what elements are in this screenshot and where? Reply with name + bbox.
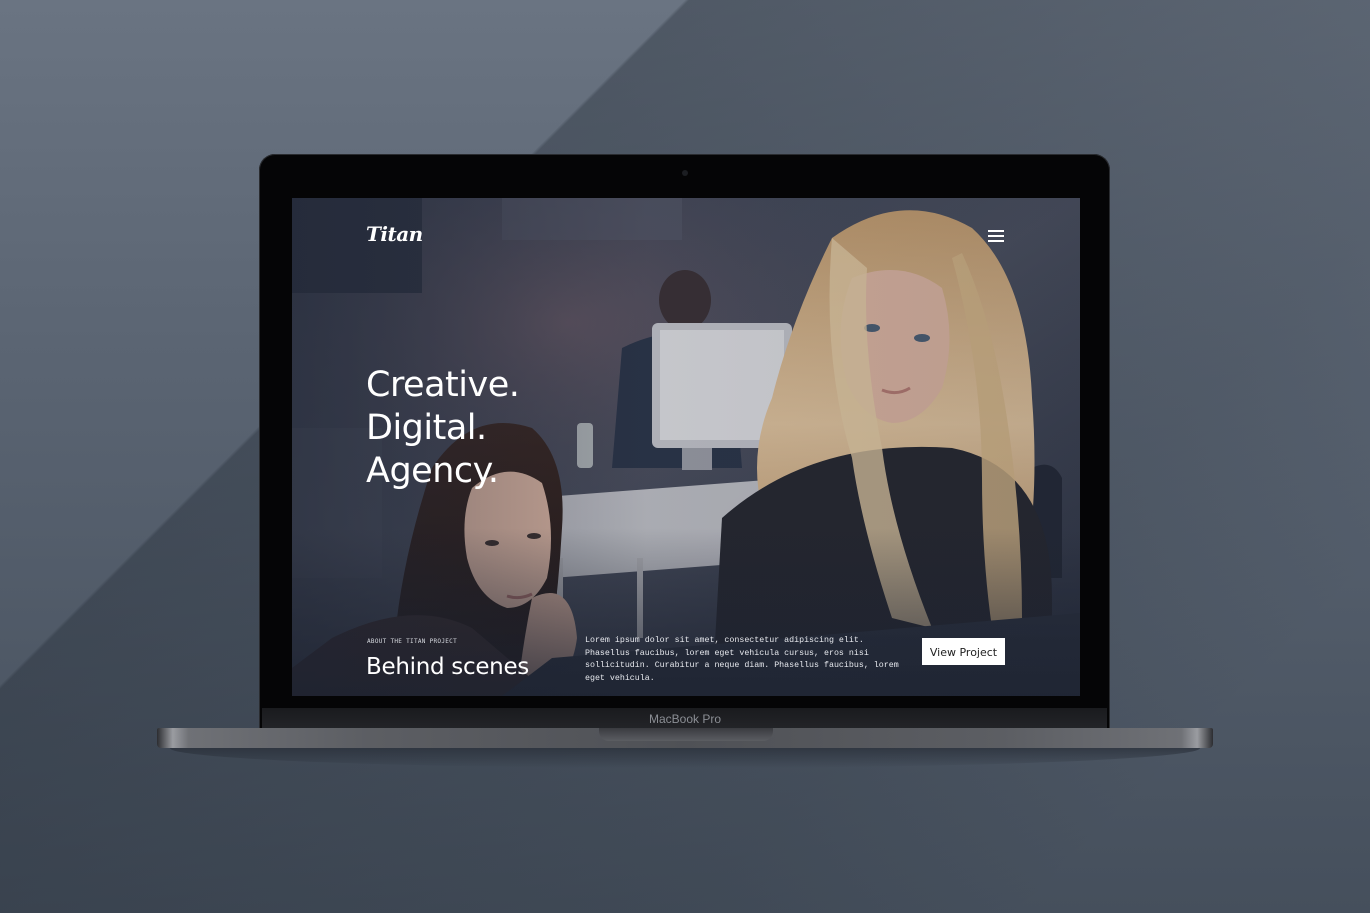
view-project-button[interactable]: View Project	[922, 638, 1005, 665]
laptop-screen: Titan Creative. Digital. Agency. ABOUT T…	[292, 198, 1080, 696]
camera-dot	[682, 170, 688, 176]
project-description: Lorem ipsum dolor sit amet, consectetur …	[585, 636, 899, 683]
project-title: Behind scenes	[366, 654, 529, 680]
device-label: MacBook Pro	[648, 712, 722, 726]
hero-line-1: Creative.	[366, 365, 520, 405]
hero-headline: Creative. Digital. Agency.	[366, 364, 666, 493]
hero-line-2: Digital.	[366, 408, 487, 448]
laptop-notch	[599, 728, 773, 741]
hamburger-menu-icon[interactable]	[986, 228, 1006, 244]
hero-line-3: Agency.	[366, 451, 499, 491]
laptop-shadow	[170, 748, 1200, 768]
project-eyebrow: ABOUT THE TITAN PROJECT	[367, 638, 457, 645]
site-logo[interactable]: Titan	[366, 222, 423, 246]
